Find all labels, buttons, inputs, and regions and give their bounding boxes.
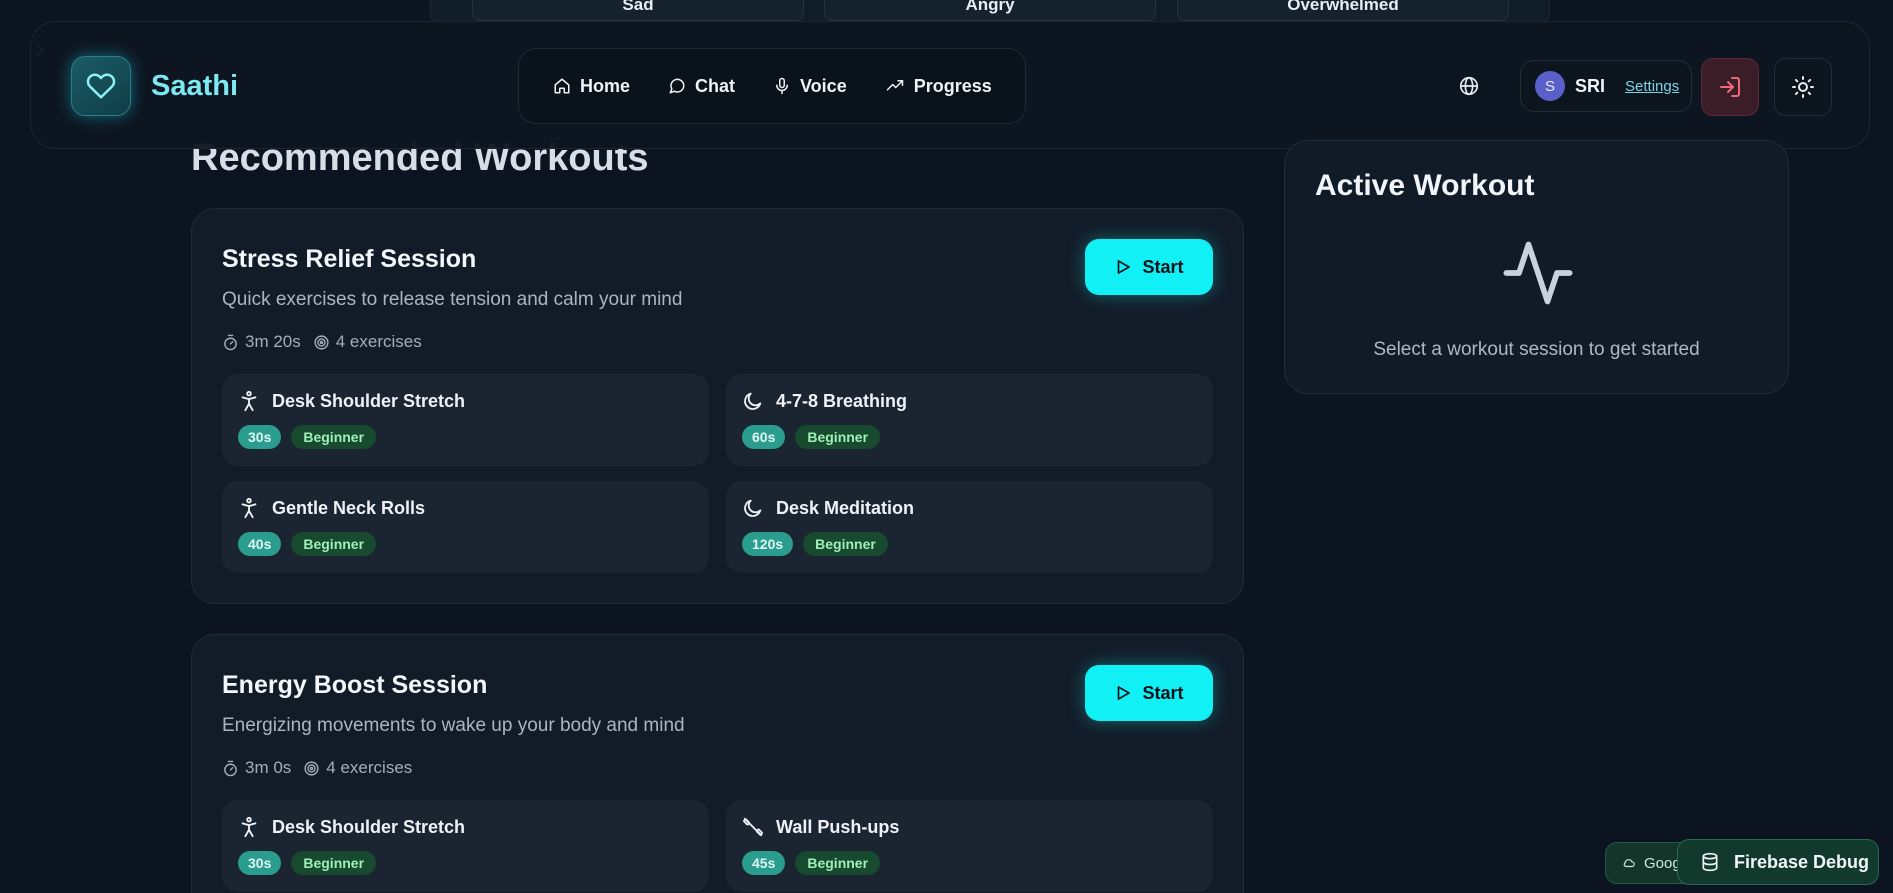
active-workout-panel: Active Workout Select a workout session …: [1284, 140, 1789, 394]
microphone-icon: [776, 77, 789, 95]
nav-item-home[interactable]: Home: [553, 76, 630, 97]
user-name: SRI: [1575, 75, 1606, 96]
duration-badge: 45s: [742, 851, 786, 875]
duration-badge: 60s: [742, 425, 786, 449]
level-badge: Beginner: [795, 425, 881, 449]
heart-icon: [71, 56, 131, 116]
target-icon: [304, 760, 319, 776]
exercise-item[interactable]: Wall Push-ups 45s Beginner: [726, 800, 1213, 892]
top-navbar: Saathi Home Chat Voice Progress S SRI Se…: [30, 21, 1870, 149]
exercise-item[interactable]: Desk Shoulder Stretch 30s Beginner: [222, 800, 709, 892]
firebase-debug-button[interactable]: Firebase Debug: [1677, 839, 1879, 885]
home-icon: [554, 78, 570, 94]
exercise-item[interactable]: Gentle Neck Rolls 40s Beginner: [222, 481, 709, 573]
exercise-name: Gentle Neck Rolls: [272, 497, 426, 518]
start-session-button[interactable]: Start: [1085, 239, 1213, 295]
level-badge: Beginner: [291, 851, 377, 875]
session-description: Quick exercises to release tension and c…: [222, 289, 683, 310]
session-meta: 3m 20s 4 exercises: [222, 332, 422, 352]
mood-label: Overwhelmed: [1287, 0, 1399, 14]
play-icon: [1118, 260, 1131, 274]
nav-label: Home: [580, 75, 631, 96]
nav-label: Chat: [695, 75, 736, 96]
exercise-name: Desk Meditation: [776, 497, 915, 518]
firebase-label: Firebase Debug: [1734, 851, 1870, 872]
session-title: Stress Relief Session: [222, 245, 477, 273]
duration-badge: 120s: [742, 532, 794, 556]
session-title: Energy Boost Session: [222, 671, 488, 699]
timer-icon: [224, 334, 237, 350]
start-label: Start: [1142, 682, 1184, 703]
level-badge: Beginner: [291, 425, 377, 449]
session-meta: 3m 0s 4 exercises: [222, 758, 412, 778]
mood-label: Angry: [965, 0, 1015, 14]
theme-toggle-button[interactable]: [1774, 58, 1832, 116]
language-button[interactable]: [1457, 74, 1481, 98]
exercise-item[interactable]: 4-7-8 Breathing 60s Beginner: [726, 374, 1213, 466]
person-stretch-icon: [241, 390, 257, 412]
active-workout-title: Active Workout: [1315, 169, 1535, 202]
avatar[interactable]: S: [1535, 71, 1565, 101]
database-icon: [1702, 852, 1718, 872]
settings-link[interactable]: Settings: [1625, 78, 1679, 95]
moon-icon: [744, 499, 762, 517]
nav-item-chat[interactable]: Chat: [668, 76, 735, 97]
main-navigation: Home Chat Voice Progress: [518, 48, 1026, 124]
google-label: Goog: [1644, 854, 1681, 872]
dumbbell-icon: [743, 817, 763, 837]
start-label: Start: [1142, 256, 1184, 277]
exercise-name: Desk Shoulder Stretch: [272, 390, 466, 411]
mood-option-overwhelmed[interactable]: Overwhelmed: [1177, 0, 1509, 21]
active-workout-hint: Select a workout session to get started: [1373, 339, 1700, 360]
play-icon: [1118, 686, 1131, 700]
level-badge: Beginner: [803, 532, 888, 556]
exercise-name: Desk Shoulder Stretch: [272, 816, 466, 837]
person-stretch-icon: [241, 497, 257, 519]
globe-icon: [1459, 76, 1479, 96]
session-exercise-count: 4 exercises: [313, 332, 422, 352]
duration-badge: 30s: [238, 851, 282, 875]
exercise-item[interactable]: Desk Meditation 120s Beginner: [726, 481, 1213, 573]
exercise-item[interactable]: Desk Shoulder Stretch 30s Beginner: [222, 374, 709, 466]
exercise-name: Wall Push-ups: [776, 816, 900, 837]
logout-icon: [1720, 77, 1740, 97]
session-description: Energizing movements to wake up your bod…: [222, 715, 685, 736]
moon-icon: [744, 392, 762, 410]
duration-badge: 30s: [238, 425, 282, 449]
exercise-name: 4-7-8 Breathing: [776, 390, 908, 411]
nav-item-progress[interactable]: Progress: [885, 76, 992, 97]
exercise-count-text: 4 exercises: [326, 758, 413, 777]
activity-pulse-icon: [1503, 241, 1573, 305]
trending-up-icon: [886, 80, 903, 91]
session-duration: 3m 20s: [222, 332, 301, 352]
session-exercise-count: 4 exercises: [303, 758, 412, 778]
nav-label: Voice: [800, 75, 847, 96]
exercise-count-text: 4 exercises: [335, 332, 422, 351]
level-badge: Beginner: [795, 851, 881, 875]
brand-name: Saathi: [151, 69, 239, 102]
target-icon: [314, 334, 329, 350]
session-duration: 3m 0s: [222, 758, 291, 778]
person-stretch-icon: [241, 816, 257, 838]
mood-option-angry[interactable]: Angry: [824, 0, 1156, 21]
duration-text: 3m 20s: [245, 332, 301, 351]
cloud-icon: [1623, 859, 1635, 868]
session-card-energy-boost: Energy Boost Session Energizing movement…: [191, 634, 1244, 893]
chat-bubble-icon: [669, 78, 685, 94]
nav-label: Progress: [913, 75, 992, 96]
nav-item-voice[interactable]: Voice: [773, 76, 847, 97]
start-session-button[interactable]: Start: [1085, 665, 1213, 721]
timer-icon: [224, 760, 237, 776]
mood-option-sad[interactable]: Sad: [472, 0, 804, 21]
logout-button[interactable]: [1701, 58, 1759, 116]
duration-text: 3m 0s: [245, 758, 292, 777]
level-badge: Beginner: [291, 532, 377, 556]
mood-label: Sad: [622, 0, 654, 14]
user-menu: S SRI Settings: [1520, 60, 1692, 112]
brand[interactable]: Saathi: [71, 56, 238, 116]
session-card-stress-relief: Stress Relief Session Quick exercises to…: [191, 208, 1244, 604]
sun-icon: [1792, 76, 1814, 98]
duration-badge: 40s: [238, 532, 282, 556]
